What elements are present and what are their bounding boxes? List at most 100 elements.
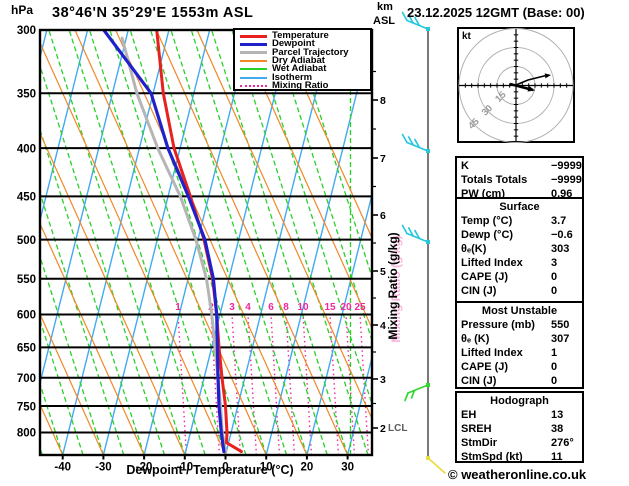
index-label: Dewp (°C)	[461, 229, 514, 241]
index-label: CAPE (J)	[461, 361, 509, 373]
mixing-ratio-tick-label: 4	[245, 302, 251, 313]
index-row: StmSpd (kt) 11	[457, 450, 582, 464]
legend-swatch-dry-adiabat	[240, 60, 267, 63]
index-value: 276°	[551, 437, 574, 449]
mixing-ratio-lines	[177, 314, 370, 455]
pressure-tick-label: 600	[17, 310, 36, 322]
index-row: Dewp (°C) −0.6	[457, 228, 582, 242]
pressure-tick-label: 700	[17, 373, 36, 385]
index-value: 11	[551, 451, 563, 463]
index-value: 550	[551, 319, 570, 331]
legend-label: Mixing Ratio	[272, 79, 329, 91]
mixing-ratio-tick-label: 6	[268, 302, 274, 313]
skewt-page: { "header": { "hpa_label": "hPa", "title…	[0, 0, 629, 486]
wind-barb	[404, 383, 430, 402]
index-row: Pressure (mb) 550	[457, 318, 582, 332]
index-label: StmDir	[461, 437, 498, 449]
index-row: Lifted Index 3	[457, 256, 582, 270]
mixing-ratio-tick-label: 25	[354, 302, 366, 313]
index-value: 3.7	[551, 215, 567, 227]
pressure-tick-label: 400	[17, 143, 36, 155]
index-label: Lifted Index	[461, 257, 523, 269]
asl-axis-unit: ASL	[373, 15, 395, 27]
copyright: © weatheronline.co.uk	[448, 467, 587, 482]
index-label: Totals Totals	[461, 174, 528, 186]
hodograph-unit-label: kt	[462, 31, 472, 42]
index-row: Lifted Index 1	[457, 346, 582, 360]
wind-barb-staff	[401, 11, 446, 474]
pressure-tick-label: 300	[17, 25, 36, 37]
index-value: −0.6	[551, 229, 573, 241]
index-label: K	[461, 160, 469, 172]
km-tick-label: 8	[380, 95, 386, 107]
box-title: Most Unstable	[481, 305, 558, 317]
legend: Temperature Dewpoint Parcel Trajectory Dry …	[233, 28, 372, 91]
run-datetime-title: 23.12.2025 12GMT (Base: 00)	[407, 5, 585, 20]
index-label: EH	[461, 409, 477, 421]
index-value: −9999	[551, 174, 582, 186]
index-row: θₑ (K) 307	[457, 332, 582, 346]
legend-swatch-temperature	[240, 34, 267, 38]
pressure-tick-label: 650	[17, 343, 36, 355]
legend-swatch-mixing-ratio	[240, 84, 267, 87]
index-row: Temp (°C) 3.7	[457, 214, 582, 228]
pressure-tick-label: 450	[17, 192, 36, 204]
index-row: θₑ(K) 303	[457, 242, 582, 256]
index-value: 1	[551, 347, 558, 359]
km-tick-label: 2	[380, 423, 386, 435]
index-row: SREH 38	[457, 422, 582, 436]
indices-box-hodograph: Hodograph EH 13 SREH 38 StmDir 276° StmSpd (kt)…	[455, 391, 584, 463]
pressure-tick-label: 750	[17, 401, 36, 413]
indices-box-most-unstable: Most Unstable Pressure (mb) 550 θₑ (K) 307 Li…	[455, 301, 584, 389]
station-title: 38°46'N 35°29'E 1553m ASL	[52, 5, 254, 21]
box-title: Surface	[499, 201, 540, 213]
mixing-ratio-tick-label: 8	[283, 302, 289, 313]
index-value: 38	[551, 423, 564, 435]
indices-box-surface: Surface Temp (°C) 3.7 Dewp (°C) −0.6 θₑ(K) 303…	[455, 197, 584, 303]
hodograph-inset: 153045kt	[457, 27, 575, 143]
mixing-ratio-axis-label: Mixing Ratio (g/kg)	[386, 232, 400, 340]
index-value: 0	[551, 271, 558, 283]
mixing-ratio-tick-label: 10	[297, 302, 309, 313]
index-row: StmDir 276°	[457, 436, 582, 450]
mixing-ratio-tick-label: 15	[324, 302, 336, 313]
pressure-tick-label: 550	[17, 274, 36, 286]
index-value: 307	[551, 333, 570, 345]
index-row: CAPE (J) 0	[457, 360, 582, 374]
mixing-ratio-tick-label: 3	[229, 302, 235, 313]
box-title: Hodograph	[490, 395, 549, 407]
indices-box: K −9999 Totals Totals −9999 PW (cm) 0.96	[455, 156, 584, 200]
index-value: 303	[551, 243, 570, 255]
x-axis-label: Dewpoint / Temperature (°C)	[126, 463, 294, 477]
mixing-ratio-tick-label: 20	[340, 302, 352, 313]
pressure-tick-label: 350	[17, 88, 36, 100]
index-label: Temp (°C)	[461, 215, 513, 227]
legend-swatch-isotherm	[240, 76, 267, 79]
wind-barb	[426, 456, 446, 474]
index-label: Pressure (mb)	[461, 319, 535, 331]
index-label: θₑ (K)	[461, 333, 490, 345]
index-row: EH 13	[457, 408, 582, 422]
lcl-marker-label: LCL	[388, 423, 408, 434]
wind-barb	[401, 133, 430, 153]
index-value: 0	[551, 375, 558, 387]
index-label: SREH	[461, 423, 492, 435]
index-row: K −9999	[457, 159, 582, 173]
km-axis-unit: km	[377, 1, 393, 13]
index-label: θₑ(K)	[461, 243, 487, 255]
index-value: 0	[551, 361, 558, 373]
index-row: Totals Totals −9999	[457, 173, 582, 187]
index-value: 0	[551, 285, 558, 297]
index-value: −9999	[551, 160, 582, 172]
pressure-axis-unit: hPa	[11, 3, 34, 17]
mixing-ratio-tick-labels: 1 2 3 4 6 8 10 15 20 25	[175, 302, 366, 313]
index-value: 3	[551, 257, 558, 269]
index-row: CAPE (J) 0	[457, 270, 582, 284]
legend-swatch-parcel-trajectory	[240, 51, 267, 55]
pressure-tick-label: 500	[17, 235, 36, 247]
legend-entry: Mixing Ratio	[240, 79, 370, 91]
wind-barb	[401, 224, 430, 244]
index-label: CIN (J)	[461, 375, 497, 387]
km-tick-label: 7	[380, 153, 386, 165]
legend-swatch-wet-adiabat	[240, 68, 267, 71]
